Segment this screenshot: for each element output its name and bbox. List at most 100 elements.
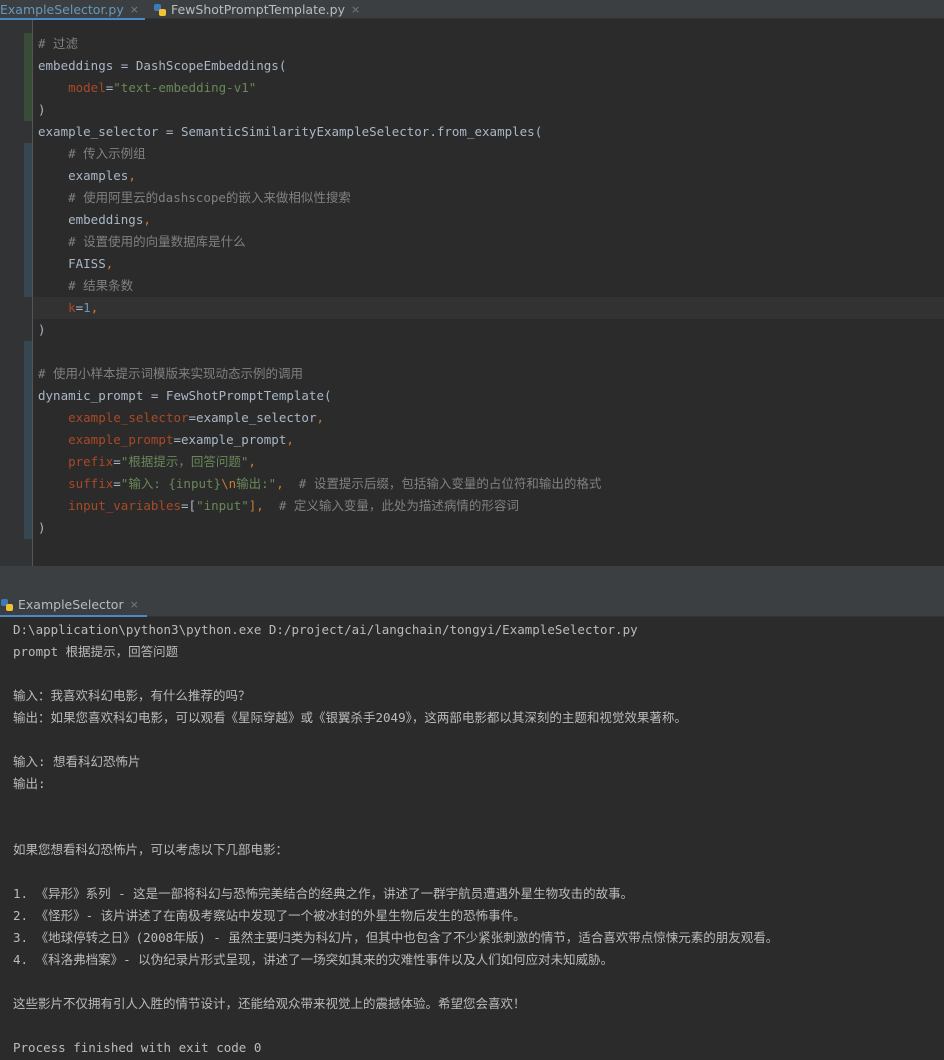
code-line[interactable]: # 结果条数 [38,275,944,297]
code-token: , [90,300,99,315]
code-line[interactable]: input_variables=["input"], # 定义输入变量，此处为描… [38,495,944,517]
tab-label: FewShotPromptTemplate.py [170,2,345,17]
code-token: ) [38,520,46,535]
code-comment: # 传入示例组 [68,146,146,161]
code-token: FAISS [38,256,106,271]
code-token: 输出:" [236,476,277,491]
code-line[interactable]: ) [38,319,944,341]
code-comment: # 过滤 [38,36,79,51]
code-line[interactable]: prefix="根据提示，回答问题", [38,451,944,473]
tab-example-selector[interactable]: ExampleSelector.py × [0,0,145,20]
code-token: , [286,432,294,447]
code-token: =example_selector [188,410,317,425]
run-tab-bar: ExampleSelector × [0,593,944,617]
console-line: 1. 《异形》系列 - 这是一部将科幻与恐怖完美结合的经典之作，讲述了一群宇航员… [13,886,634,901]
code-token: , [316,410,324,425]
code-token: 1 [83,300,91,315]
console-output[interactable]: D:\application\python3\python.exe D:/pro… [13,619,944,1059]
code-token: , [128,168,136,183]
python-run-icon [0,598,14,612]
code-line[interactable]: embeddings = DashScopeEmbeddings( [38,55,944,77]
code-line[interactable]: model="text-embedding-v1" [38,77,944,99]
code-line[interactable]: # 设置使用的向量数据库是什么 [38,231,944,253]
code-comment: # 结果条数 [68,278,134,293]
code-line[interactable]: dynamic_prompt = FewShotPromptTemplate( [38,385,944,407]
console-line: D:\application\python3\python.exe D:/pro… [13,622,638,637]
code-line[interactable]: example_selector=example_selector, [38,407,944,429]
code-token: prefix [68,454,114,469]
console-line: 3. 《地球停转之日》(2008年版) - 虽然主要归类为科幻片，但其中也包含了… [13,930,779,945]
code-token: , [105,256,114,271]
vcs-change-marker [24,33,32,121]
code-token: examples [38,168,129,183]
code-token: = [113,476,121,491]
close-icon[interactable]: × [130,3,139,16]
code-line[interactable]: embeddings, [38,209,944,231]
code-line[interactable]: # 使用阿里云的dashscope的嵌入来做相似性搜索 [38,187,944,209]
console-line: Process finished with exit code 0 [13,1040,262,1055]
code-token: "根据提示，回答问题" [120,454,249,469]
code-token: ) [38,102,46,117]
code-token: =example_prompt [173,432,287,447]
close-icon[interactable]: × [130,598,139,611]
code-token: , [276,476,284,491]
close-icon[interactable]: × [351,3,360,16]
tab-label: ExampleSelector.py [0,2,124,17]
code-token: embeddings [38,212,144,227]
python-file-icon [153,3,167,17]
code-line[interactable]: example_prompt=example_prompt, [38,429,944,451]
code-token: embeddings = DashScopeEmbeddings( [38,58,287,73]
console-line: 输出：如果您喜欢科幻电影，可以观看《星际穿越》或《银翼杀手2049》，这两部电影… [13,710,687,725]
code-token: = [113,454,121,469]
panel-splitter[interactable] [0,566,944,593]
code-editor[interactable]: # 过滤 embeddings = DashScopeEmbeddings( mo… [0,20,944,566]
code-line[interactable]: # 传入示例组 [38,143,944,165]
console-line: 2. 《怪形》- 该片讲述了在南极考察站中发现了一个被冰封的外星生物后发生的恐怖… [13,908,526,923]
code-line[interactable]: # 过滤 [38,33,944,55]
tab-few-shot-prompt-template[interactable]: FewShotPromptTemplate.py × [145,0,366,19]
code-token: ], [248,498,264,513]
vcs-change-marker [24,341,32,539]
code-token: "输入: {input} [120,476,222,491]
run-console[interactable]: D:\application\python3\python.exe D:/pro… [0,617,944,1060]
code-line[interactable]: ) [38,517,944,539]
code-line[interactable]: examples, [38,165,944,187]
code-token: "input" [196,498,249,513]
editor-tab-bar: ExampleSelector.py × FewShotPromptTempla… [0,0,944,20]
code-token: , [248,454,256,469]
console-line: 输入：我喜欢科幻电影，有什么推荐的吗？ [13,688,251,703]
tab-run-example-selector[interactable]: ExampleSelector × [0,593,147,617]
code-line[interactable]: FAISS, [38,253,944,275]
code-line[interactable] [38,341,944,363]
code-comment: # 设置使用的向量数据库是什么 [68,234,246,249]
console-line: 如果您想看科幻恐怖片，可以考虑以下几部电影： [13,842,289,857]
code-line[interactable]: ) [38,99,944,121]
code-token: example_selector = SemanticSimilarityExa… [38,124,543,139]
code-comment: # 使用小样本提示词模版来实现动态示例的调用 [38,366,304,381]
code-line[interactable]: # 使用小样本提示词模版来实现动态示例的调用 [38,363,944,385]
code-token: input_variables [68,498,181,513]
code-token: model [68,80,106,95]
code-comment: # 使用阿里云的dashscope的嵌入来做相似性搜索 [68,190,351,205]
code-line[interactable]: example_selector = SemanticSimilarityExa… [38,121,944,143]
code-content[interactable]: # 过滤 embeddings = DashScopeEmbeddings( mo… [33,33,944,539]
code-line[interactable]: k=1, [33,297,944,319]
code-line[interactable]: suffix="输入: {input}\n输出:", # 设置提示后缀，包括输入… [38,473,944,495]
